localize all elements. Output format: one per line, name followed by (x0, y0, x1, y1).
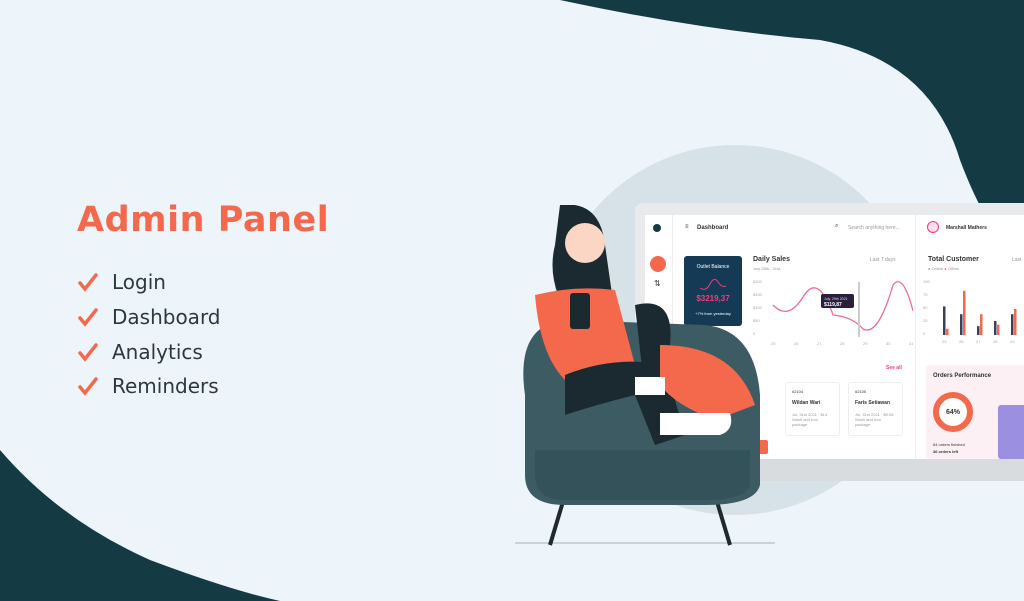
x-tick: 29 (863, 341, 868, 346)
bar (1014, 309, 1017, 335)
x-tick: 28 (840, 341, 845, 346)
search-input[interactable]: Search anything here... (848, 225, 900, 231)
y-tick: 0 (923, 331, 926, 336)
search-icon[interactable]: ⌕ (835, 223, 838, 230)
tooltip-date: July, 29th 2021 (824, 297, 848, 301)
feature-login: Login (78, 270, 166, 294)
feature-label: Dashboard (112, 305, 221, 329)
x-tick: 29 (1010, 339, 1015, 344)
daily-sales-chart: July, 29th 2021 $119,87 $200$150$100$500… (753, 279, 913, 346)
bar (977, 326, 980, 335)
check-icon (78, 377, 98, 396)
total-customer-title: Total Customer (928, 256, 979, 263)
orders-performance-card: Orders Performance 64% 64 orders finishe… (926, 365, 1024, 459)
x-tick: 28 (993, 339, 998, 344)
bar (946, 328, 949, 335)
bar (960, 314, 963, 335)
woman-on-armchair-illustration (515, 205, 775, 546)
y-tick: 75 (923, 292, 928, 297)
x-tick: 26 (794, 341, 799, 346)
see-all-link[interactable]: See all (886, 365, 902, 371)
x-tick: 26 (959, 339, 964, 344)
bar (997, 324, 1000, 335)
sales-filter-dropdown[interactable]: Last 7 days (870, 257, 896, 263)
y-tick: 50 (923, 305, 928, 310)
feature-label: Login (112, 270, 166, 294)
x-tick: 31 (909, 341, 913, 346)
bar (1011, 314, 1014, 335)
feature-dashboard: Dashboard (78, 305, 221, 329)
customer-legend: ● Online ● Offline (928, 266, 960, 271)
performance-donut: 64% (933, 392, 973, 432)
feature-label: Analytics (112, 340, 203, 364)
feature-analytics: Analytics (78, 340, 203, 364)
feature-label: Reminders (112, 374, 219, 398)
total-customer-chart: 1007550250252627282930 (923, 279, 1017, 344)
page-title: Admin Panel (77, 200, 330, 240)
x-tick: 27 (976, 339, 981, 344)
check-icon (78, 308, 98, 327)
bar (980, 314, 983, 335)
x-tick: 25 (942, 339, 947, 344)
customer-filter-dropdown[interactable]: Last (1012, 257, 1021, 263)
shopping-bag-icon (998, 405, 1024, 459)
avatar[interactable] (927, 221, 939, 233)
user-name: Marshall Mathers (946, 225, 987, 231)
feature-reminders: Reminders (78, 374, 219, 398)
tooltip-value: $119,87 (824, 302, 842, 308)
bar (963, 290, 966, 335)
order-card[interactable]: #2105 Faris Setiawan Jul, 31st 2021 · $9,0… (848, 382, 903, 436)
order-card[interactable]: #2104 Wildan Wari Jul, 31st 2021 · $13 Wash… (785, 382, 840, 436)
x-tick: 27 (817, 341, 822, 346)
bar (994, 320, 997, 335)
check-icon (78, 273, 98, 292)
y-tick: 25 (923, 318, 928, 323)
bar (943, 306, 946, 335)
x-tick: 30 (886, 341, 891, 346)
y-tick: 100 (923, 279, 930, 284)
check-icon (78, 343, 98, 362)
